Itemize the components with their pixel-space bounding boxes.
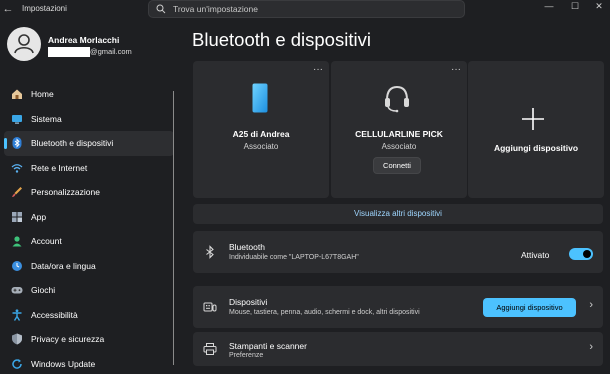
sidebar-item-accessibilita[interactable]: Accessibilità — [4, 303, 174, 328]
search-icon — [156, 4, 166, 14]
device-name: CELLULARLINE PICK — [355, 129, 443, 139]
sidebar-item-windows-update[interactable]: Windows Update — [4, 352, 174, 374]
sidebar-item-rete[interactable]: Rete e Internet — [4, 156, 174, 181]
sidebar-item-privacy[interactable]: Privacy e sicurezza — [4, 327, 174, 352]
printers-row[interactable]: Stampanti e scanner Preferenze › — [193, 332, 603, 366]
device-status: Associato — [381, 142, 417, 151]
back-arrow-icon[interactable]: ← — [0, 2, 16, 16]
device-card-headset[interactable]: ··· CELLULARLINE PICK Associato Connetti — [331, 61, 467, 198]
sidebar-item-bluetooth[interactable]: Bluetooth e dispositivi — [4, 131, 174, 156]
bluetooth-toggle-label: Attivato — [521, 250, 550, 260]
sidebar-item-home[interactable]: Home — [4, 82, 174, 107]
sidebar-item-label: Rete e Internet — [31, 162, 88, 173]
phone-icon — [252, 83, 268, 113]
maximize-button[interactable]: ☐ — [562, 0, 588, 14]
search-box[interactable] — [148, 0, 465, 18]
accessibility-icon — [12, 308, 22, 321]
update-icon — [12, 358, 22, 369]
sidebar-item-label: Accessibilità — [31, 309, 78, 320]
sidebar-item-label: Data/ora e lingua — [31, 260, 96, 271]
account-icon — [12, 236, 22, 247]
bluetooth-icon — [206, 245, 214, 259]
keyboard-mouse-icon — [203, 302, 217, 312]
profile-name: Andrea Morlacchi — [48, 35, 120, 45]
sidebar-item-label: Sistema — [31, 113, 62, 124]
chevron-right-icon: › — [589, 341, 593, 353]
sidebar-item-label: Privacy e sicurezza — [31, 334, 105, 344]
sidebar-item-label: Bluetooth e dispositivi — [31, 138, 114, 148]
connect-button[interactable]: Connetti — [373, 157, 421, 174]
apps-icon — [12, 211, 22, 222]
avatar[interactable] — [7, 27, 41, 61]
sidebar-item-data-ora[interactable]: Data/ora e lingua — [4, 254, 174, 279]
sidebar-item-giochi[interactable]: Giochi — [4, 278, 174, 303]
sidebar-item-personalizzazione[interactable]: Personalizzazione — [4, 180, 174, 205]
bluetooth-toggle[interactable] — [569, 248, 593, 260]
printers-title: Stampanti e scanner — [229, 341, 307, 351]
sidebar-scrollbar[interactable] — [173, 91, 174, 365]
sidebar-item-app[interactable]: App — [4, 205, 174, 230]
toggle-knob — [583, 250, 591, 258]
device-status: Associato — [243, 142, 279, 151]
wifi-icon — [11, 163, 23, 173]
sidebar-item-sistema[interactable]: Sistema — [4, 107, 174, 132]
sidebar-item-label: Account — [31, 236, 62, 246]
more-options-button[interactable]: ··· — [313, 64, 323, 75]
email-redaction — [48, 47, 90, 57]
sidebar-item-label: Home — [31, 89, 54, 99]
plus-icon — [522, 108, 544, 130]
devices-title: Dispositivi — [229, 297, 268, 307]
gamepad-icon — [11, 287, 23, 294]
sidebar-item-account[interactable]: Account — [4, 229, 174, 254]
show-more-devices-link[interactable]: Visualizza altri dispositivi — [193, 204, 603, 224]
printers-subtitle: Preferenze — [229, 352, 264, 359]
sidebar-item-label: Windows Update — [31, 358, 96, 369]
page-title: Bluetooth e dispositivi — [192, 29, 371, 50]
sidebar-item-label: Giochi — [31, 285, 56, 295]
brush-icon — [12, 187, 22, 197]
display-icon — [12, 114, 22, 124]
bluetooth-subtitle: Individuabile come "LAPTOP-L67T8GAH" — [229, 254, 359, 261]
devices-subtitle: Mouse, tastiera, penna, audio, schermi e… — [229, 309, 420, 316]
devices-row[interactable]: Dispositivi Mouse, tastiera, penna, audi… — [193, 286, 603, 328]
device-name: A25 di Andrea — [232, 129, 290, 139]
shield-icon — [12, 333, 22, 345]
app-title: Impostazioni — [22, 4, 67, 13]
add-device-card[interactable]: Aggiungi dispositivo — [468, 61, 604, 198]
device-card-phone[interactable]: ··· A25 di Andrea Associato — [193, 61, 329, 198]
add-device-label: Aggiungi dispositivo — [493, 143, 579, 153]
bluetooth-row: Bluetooth Individuabile come "LAPTOP-L67… — [193, 231, 603, 273]
sidebar-item-label: Personalizzazione — [31, 187, 100, 197]
sidebar-nav: Home Sistema Bluetooth e dispositivi Ret… — [4, 82, 174, 374]
profile-email: @gmail.com — [90, 47, 132, 56]
minimize-button[interactable]: — — [536, 0, 562, 14]
more-options-button[interactable]: ··· — [451, 64, 461, 75]
bluetooth-title: Bluetooth — [229, 242, 265, 252]
home-icon — [12, 89, 22, 99]
headset-icon — [385, 85, 409, 113]
search-input[interactable] — [173, 3, 453, 15]
printer-icon — [203, 343, 217, 355]
add-device-button[interactable]: Aggiungi dispositivo — [483, 298, 576, 317]
person-icon — [14, 34, 34, 54]
chevron-right-icon: › — [589, 299, 593, 311]
bluetooth-icon — [12, 137, 22, 149]
title-bar: ← Impostazioni — ☐ ✕ — [0, 0, 610, 20]
sidebar-item-label: App — [31, 211, 47, 222]
globe-clock-icon — [12, 260, 22, 271]
close-button[interactable]: ✕ — [586, 0, 610, 14]
